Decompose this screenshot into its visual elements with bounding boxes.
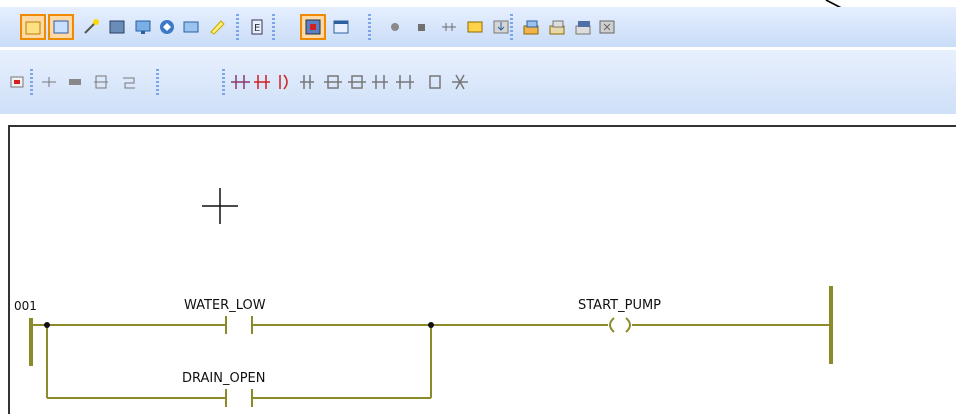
contact-label-water-low[interactable]: WATER_LOW	[184, 298, 266, 313]
ladder-rung	[29, 286, 833, 407]
rung-number: 001	[14, 299, 37, 313]
contact-label-drain-open[interactable]: DRAIN_OPEN	[182, 371, 265, 386]
coil-label-start-pump[interactable]: START_PUMP	[578, 298, 661, 313]
